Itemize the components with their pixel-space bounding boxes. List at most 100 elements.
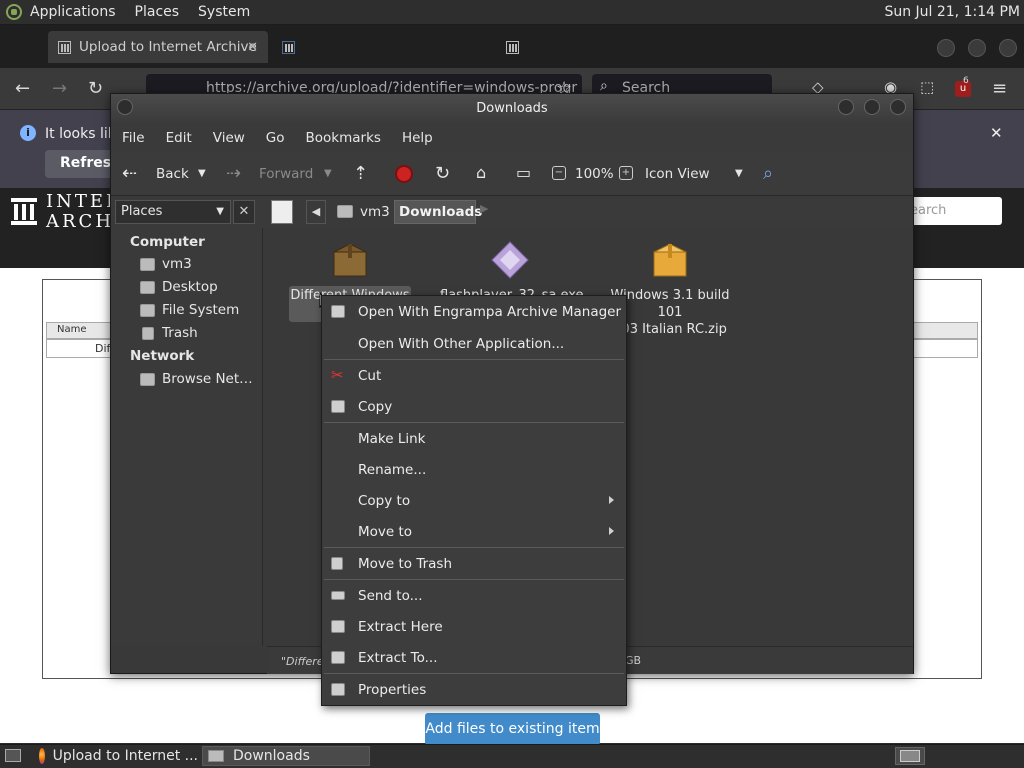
zoom-out-icon[interactable]: − (552, 166, 566, 180)
tab-upload-archive[interactable]: Upload to Internet Archive ✕ (48, 31, 268, 63)
desktop-icon (140, 280, 155, 294)
home-folder-icon (140, 257, 155, 271)
edit-location-icon[interactable] (271, 200, 293, 224)
sidebar-item-label: Desktop (162, 279, 218, 295)
add-files-button[interactable]: Add files to existing item (425, 713, 600, 745)
show-desktop-icon[interactable] (5, 749, 21, 762)
trash-icon (142, 326, 154, 340)
sidebar-item-file-system[interactable]: File System (140, 302, 239, 318)
computer-icon[interactable]: ▭ (516, 163, 531, 182)
home-icon[interactable]: ⌂ (476, 163, 486, 182)
fm-close-icon[interactable] (890, 99, 906, 115)
breadcrumb-prev-icon[interactable]: ◀ (306, 200, 326, 224)
tab-third[interactable] (496, 31, 736, 63)
close-sidebar-icon[interactable]: ✕ (233, 200, 255, 224)
zoom-level[interactable]: 100% (575, 166, 614, 182)
window-minimize-icon[interactable] (937, 39, 955, 57)
view-mode-dropdown-icon[interactable]: ▼ (735, 168, 743, 179)
archive-file-icon[interactable] (330, 240, 370, 280)
forward-arrow-icon[interactable]: → (52, 78, 67, 99)
menu-move-to[interactable]: Move to (358, 524, 412, 540)
tab-close-icon[interactable]: ✕ (247, 40, 258, 55)
reload-icon[interactable]: ↻ (88, 78, 103, 99)
search-icon[interactable]: ⌕ (763, 163, 773, 184)
system-menu[interactable]: System (198, 4, 250, 20)
menu-make-link[interactable]: Make Link (358, 431, 426, 447)
search-icon: ⌕ (600, 78, 608, 94)
sidebar-item-desktop[interactable]: Desktop (140, 279, 218, 295)
fm-minimize-icon[interactable] (838, 99, 854, 115)
menu-rename[interactable]: Rename... (358, 462, 426, 478)
menu-open-with-engrampa[interactable]: Open With Engrampa Archive Manager (358, 304, 621, 320)
menu-cut[interactable]: Cut (358, 368, 381, 384)
window-maximize-icon[interactable] (968, 39, 986, 57)
menu-open-with-other[interactable]: Open With Other Application... (358, 336, 564, 352)
up-arrow-icon[interactable]: ⇡ (353, 163, 368, 184)
menu-file[interactable]: File (122, 130, 145, 146)
zoom-in-icon[interactable]: + (619, 166, 633, 180)
executable-file-icon[interactable] (490, 240, 530, 280)
mate-logo-icon[interactable] (6, 4, 22, 20)
sidebar-item-vm3[interactable]: vm3 (140, 256, 192, 272)
menu-help[interactable]: Help (402, 130, 433, 146)
applications-menu[interactable]: Applications (30, 4, 116, 20)
extract-to-icon (331, 651, 345, 664)
menu-go[interactable]: Go (266, 130, 285, 146)
folder-icon (208, 750, 224, 762)
sidebar-item-label: Trash (162, 325, 198, 341)
zip-file-icon[interactable] (650, 240, 690, 280)
archive-search-input[interactable]: earch (900, 197, 1002, 225)
archive-logo-icon[interactable] (10, 196, 38, 226)
menu-separator (324, 359, 624, 360)
breadcrumb-vm3[interactable]: vm3 (330, 200, 392, 224)
submenu-arrow-icon (609, 496, 614, 504)
sidebar-heading-computer: Computer (130, 234, 205, 250)
places-menu[interactable]: Places (135, 4, 180, 20)
menu-send-to[interactable]: Send to... (358, 588, 422, 604)
back-arrow-icon[interactable]: ← (15, 78, 30, 99)
menu-move-to-trash[interactable]: Move to Trash (358, 556, 452, 572)
extensions-icon[interactable]: ⬚ (920, 78, 934, 96)
sidebar-item-trash[interactable]: Trash (140, 325, 198, 341)
network-icon (140, 372, 155, 386)
menu-copy-to[interactable]: Copy to (358, 493, 410, 509)
sidebar-item-browse-network[interactable]: Browse Net… (140, 371, 253, 387)
clock[interactable]: Sun Jul 21, 1:14 PM (884, 4, 1020, 20)
window-close-icon[interactable] (999, 39, 1017, 57)
fm-window-title: Downloads (476, 101, 548, 116)
submenu-arrow-icon (609, 527, 614, 535)
menu-view[interactable]: View (213, 130, 245, 146)
menu-extract-to[interactable]: Extract To... (358, 650, 438, 666)
menu-copy[interactable]: Copy (358, 399, 392, 415)
menu-extract-here[interactable]: Extract Here (358, 619, 443, 635)
forward-history-dropdown-icon[interactable]: ▼ (324, 168, 332, 179)
reload-icon[interactable]: ↻ (435, 163, 450, 184)
view-mode-select[interactable]: Icon View (645, 166, 710, 182)
back-icon[interactable]: ⇠ (122, 163, 137, 184)
info-icon: i (20, 125, 36, 141)
breadcrumb-downloads[interactable]: Downloads (394, 200, 482, 224)
places-select[interactable]: Places ▼ (115, 200, 231, 224)
sidebar-item-label: Browse Net… (162, 371, 253, 387)
menu-properties[interactable]: Properties (358, 682, 426, 698)
fm-maximize-icon[interactable] (864, 99, 880, 115)
back-history-dropdown-icon[interactable]: ▼ (198, 168, 206, 179)
refresh-button[interactable]: Refresh (45, 150, 121, 178)
trash-icon (331, 557, 343, 570)
task-downloads[interactable]: Downloads (202, 746, 370, 766)
notice-close-icon[interactable]: ✕ (990, 124, 1003, 142)
menu-bookmarks[interactable]: Bookmarks (306, 130, 381, 146)
engrampa-icon (331, 305, 345, 318)
fm-location-bar (111, 196, 913, 228)
tab-second[interactable] (272, 31, 492, 63)
task-firefox[interactable]: Upload to Internet ... (34, 746, 198, 766)
forward-icon[interactable]: ⇢ (226, 163, 241, 184)
stop-icon[interactable] (395, 165, 413, 183)
breadcrumb-next-icon[interactable]: ▶ (480, 202, 488, 215)
back-button[interactable]: Back (156, 166, 189, 182)
task-label: Upload to Internet ... (52, 748, 198, 764)
top-panel: Applications Places System Sun Jul 21, 1… (0, 0, 1024, 25)
menu-edit[interactable]: Edit (166, 130, 192, 146)
forward-button[interactable]: Forward (259, 166, 313, 182)
hamburger-menu-icon[interactable]: ≡ (992, 78, 1007, 99)
